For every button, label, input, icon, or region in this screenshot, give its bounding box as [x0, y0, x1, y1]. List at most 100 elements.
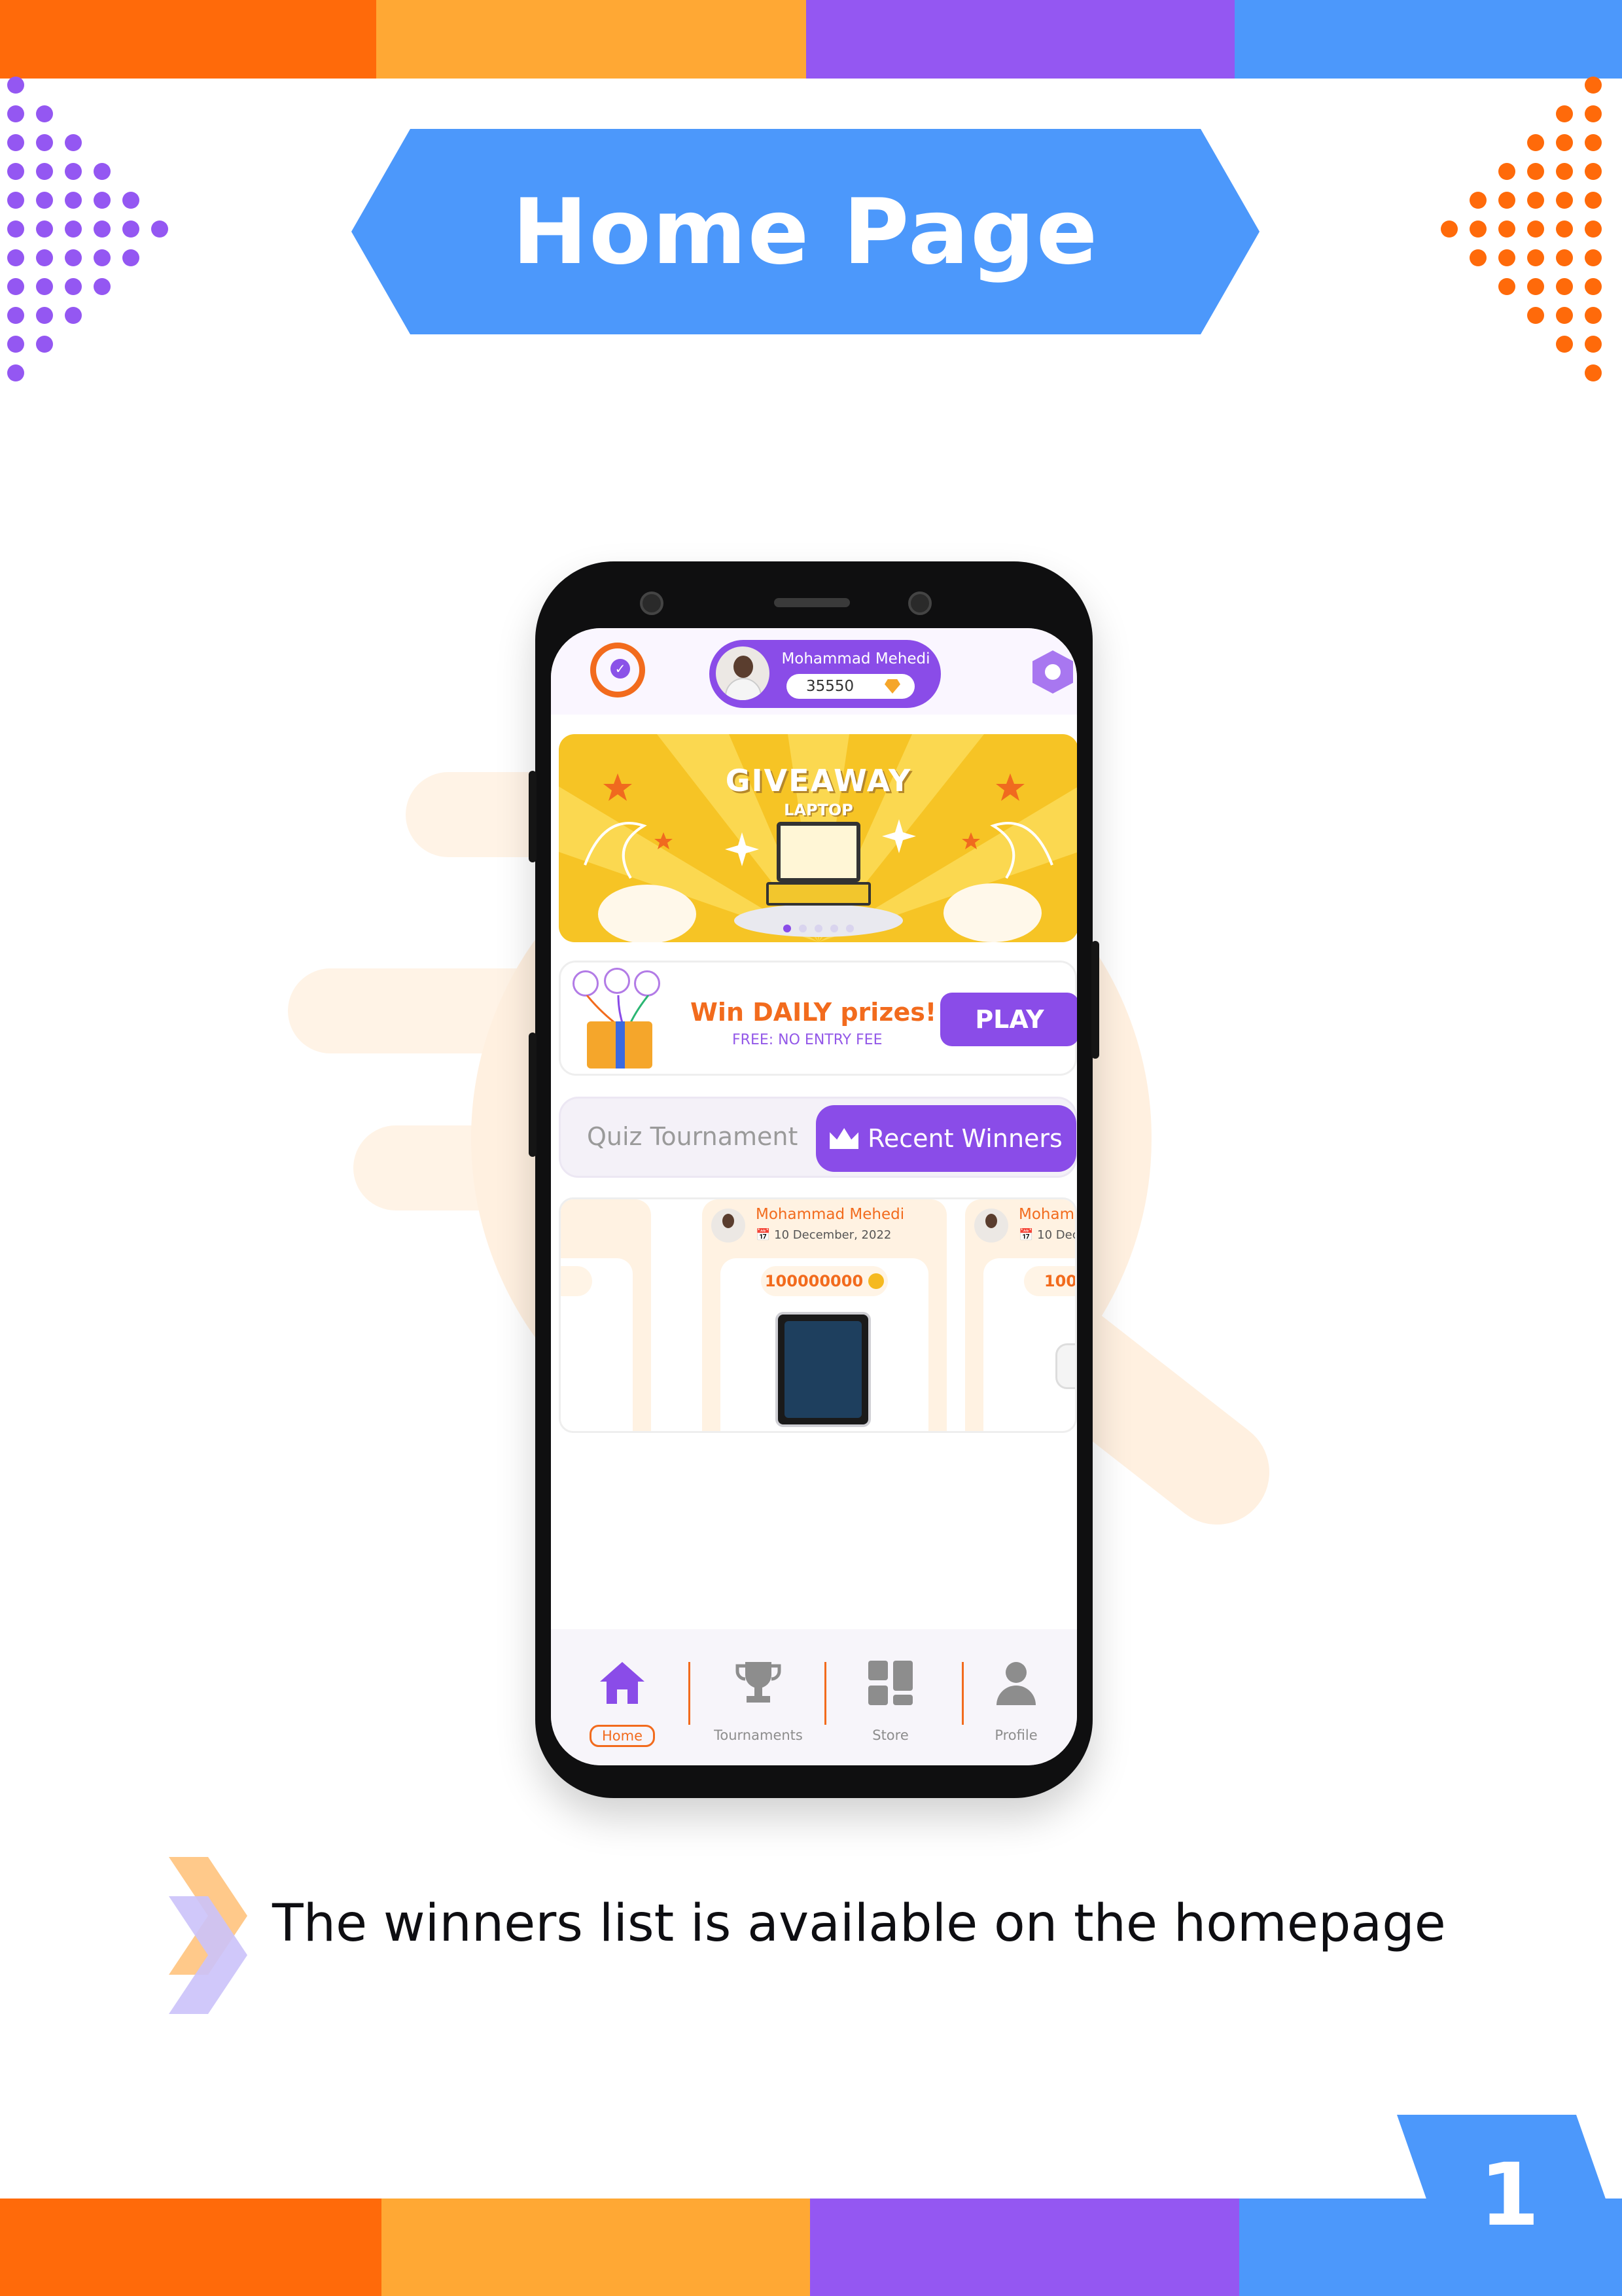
decoration-dot	[1556, 336, 1573, 353]
top-stripe-blue	[1235, 0, 1622, 79]
phone-speaker	[774, 598, 850, 607]
decoration-dot	[1527, 278, 1544, 295]
app-screen: ✓ Mohammad Mehedi 35550 GIVEAWAY LAPTOP …	[551, 628, 1077, 1765]
winner-date: 📅 10 Dece	[1019, 1228, 1075, 1242]
decoration-dot	[36, 278, 53, 295]
decoration-dot	[1585, 336, 1602, 353]
carousel-dot[interactable]	[799, 925, 807, 932]
decoration-dot	[1470, 221, 1487, 238]
tab-recent-winners[interactable]: Recent Winners	[816, 1105, 1076, 1172]
decoration-dot	[1498, 192, 1515, 209]
daily-prizes-title: Win DAILY prizes!	[690, 998, 937, 1027]
bottom-stripe-amber	[381, 2199, 810, 2296]
nav-label: Profile	[995, 1727, 1038, 1743]
app-top-bar: ✓ Mohammad Mehedi 35550	[551, 628, 1077, 715]
decoration-dot	[1470, 192, 1487, 209]
bottom-stripe-orange	[0, 2199, 381, 2296]
decoration-dot	[1585, 192, 1602, 209]
store-icon	[864, 1657, 917, 1709]
decoration-dot	[1527, 249, 1544, 266]
decoration-dot	[1585, 77, 1602, 94]
nav-item-tournaments[interactable]: Tournaments	[696, 1649, 820, 1747]
prize-amount: 100000000	[761, 1266, 888, 1296]
trophy-icon	[732, 1657, 785, 1709]
decoration-dot	[36, 249, 53, 266]
nav-label: Tournaments	[714, 1727, 803, 1743]
decoration-dot	[65, 249, 82, 266]
decoration-dot	[1556, 105, 1573, 122]
decoration-dot	[1498, 221, 1515, 238]
decoration-dot	[7, 278, 24, 295]
dot-arrow-right-decoration	[1441, 77, 1602, 381]
decoration-dot	[7, 105, 24, 122]
carousel-dot[interactable]	[846, 925, 854, 932]
recent-winners-list[interactable]: ad Mehedi📅 ber, 2022000pro maxEGA PRIZE M…	[559, 1197, 1077, 1433]
user-name: Mohammad Mehedi	[781, 650, 930, 667]
nav-item-store[interactable]: Store	[828, 1649, 953, 1747]
coin-icon	[868, 1273, 885, 1289]
avatar	[716, 646, 769, 700]
phone-camera	[640, 592, 663, 615]
crown-icon	[830, 1128, 859, 1149]
decoration-dot	[1498, 249, 1515, 266]
settings-hex-icon[interactable]	[1032, 650, 1073, 694]
decoration-dot	[1556, 163, 1573, 180]
tab-quiz-tournament[interactable]: Quiz Tournament	[587, 1122, 798, 1151]
decoration-dot	[1585, 307, 1602, 324]
winner-card[interactable]: ad Mehedi📅 ber, 2022000pro maxEGA PRIZE	[561, 1199, 651, 1431]
winner-date: 📅 10 December, 2022	[756, 1228, 892, 1242]
decoration-dot	[36, 307, 53, 324]
decoration-dot	[122, 192, 139, 209]
coin-balance: 35550	[786, 674, 915, 699]
winner-card[interactable]: Mohamm📅 10 Dece100000AirPodsMONTHLY M	[965, 1199, 1075, 1431]
tournament-tabs: Quiz Tournament Recent Winners	[559, 1097, 1077, 1178]
phone-button-left-2	[529, 1033, 537, 1157]
giveaway-carousel[interactable]: GIVEAWAY LAPTOP	[559, 734, 1077, 942]
decoration-dot	[36, 105, 53, 122]
decoration-dot	[1556, 134, 1573, 151]
decoration-dot	[94, 192, 111, 209]
decoration-dot	[7, 307, 24, 324]
daily-prizes-subtitle: FREE: NO ENTRY FEE	[732, 1032, 883, 1048]
decoration-dot	[1527, 163, 1544, 180]
check-icon: ✓	[610, 659, 630, 679]
decoration-dot	[94, 249, 111, 266]
bottom-navigation: Home Tournaments Store Profile	[551, 1629, 1077, 1765]
play-button[interactable]: PLAY	[940, 993, 1077, 1046]
decoration-dot	[65, 221, 82, 238]
decoration-dot	[7, 77, 24, 94]
phone-button-right	[1091, 941, 1099, 1059]
balloon-icon	[573, 970, 599, 997]
decoration-dot	[36, 336, 53, 353]
carousel-indicator[interactable]	[559, 923, 1077, 935]
airpods-image	[1055, 1343, 1075, 1389]
prize-amount: 000	[561, 1266, 592, 1296]
nav-item-profile[interactable]: Profile	[954, 1649, 1077, 1747]
avatar	[974, 1209, 1008, 1243]
decoration-dot	[1470, 249, 1487, 266]
decoration-dot	[36, 134, 53, 151]
tab-recent-winners-label: Recent Winners	[868, 1124, 1063, 1153]
winner-card[interactable]: Mohammad Mehedi 📅 10 December, 2022 100000…	[702, 1199, 947, 1431]
header-banner: Home Page	[351, 129, 1260, 334]
nav-divider	[824, 1662, 826, 1725]
carousel-dot[interactable]	[815, 925, 822, 932]
decoration-dot	[1585, 278, 1602, 295]
nav-item-home[interactable]: Home	[560, 1649, 684, 1747]
prize-amount: 100000	[1024, 1266, 1075, 1296]
decoration-dot	[7, 192, 24, 209]
prize-panel: 100000000ipad Pro 2022	[720, 1258, 928, 1431]
decoration-dot	[7, 134, 24, 151]
app-logo[interactable]: ✓	[590, 643, 645, 698]
carousel-dot[interactable]	[830, 925, 838, 932]
decoration-dot	[36, 163, 53, 180]
winner-name: Mohammad Mehedi	[756, 1206, 905, 1223]
carousel-dot[interactable]	[783, 925, 791, 932]
decoration-dot	[7, 221, 24, 238]
decoration-dot	[1556, 192, 1573, 209]
bottom-stripe-purple	[810, 2199, 1239, 2296]
giveaway-subtitle: LAPTOP	[784, 801, 853, 819]
decoration-dot	[1585, 105, 1602, 122]
decoration-dot	[7, 163, 24, 180]
user-profile-pill[interactable]: Mohammad Mehedi 35550	[709, 640, 941, 708]
